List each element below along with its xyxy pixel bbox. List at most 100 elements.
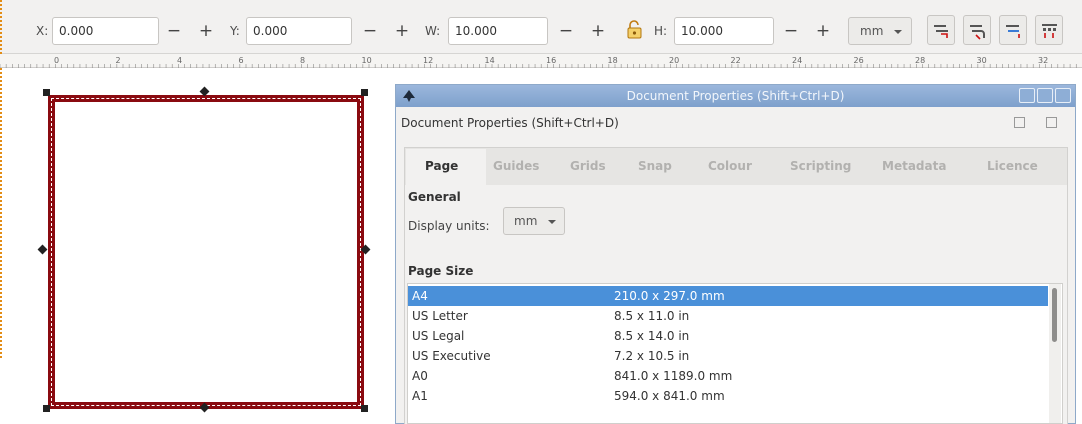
- x-decrement-button[interactable]: −: [163, 17, 185, 45]
- move-gradients-icon: [1006, 25, 1020, 38]
- toolbar: X: − + Y: − + W: − + H: − + mm: [0, 0, 1082, 54]
- ruler-label: 32: [1038, 56, 1048, 65]
- page-size-dimensions: 7.2 x 10.5 in: [614, 349, 690, 363]
- ruler-label: 2: [116, 56, 121, 65]
- corner-handle-bottom-right[interactable]: [361, 405, 368, 412]
- x-label: X:: [36, 24, 49, 38]
- inkscape-icon: [403, 90, 415, 102]
- page-size-dimensions: 841.0 x 1189.0 mm: [614, 369, 733, 383]
- ruler-label: 8: [300, 56, 305, 65]
- page-size-dimensions: 8.5 x 11.0 in: [614, 309, 690, 323]
- page-size-name: A0: [412, 369, 428, 383]
- docked-panel-header: Document Properties (Shift+Ctrl+D): [396, 107, 1075, 137]
- corner-handle-top-left[interactable]: [43, 89, 50, 96]
- display-units-label: Display units:: [408, 219, 490, 233]
- toolbar-guide-dots: [0, 0, 2, 54]
- width-input[interactable]: [448, 17, 548, 45]
- move-patterns-icon: [1042, 24, 1057, 38]
- display-units-value: mm: [514, 214, 538, 228]
- y-decrement-button[interactable]: −: [359, 17, 381, 45]
- lock-ratio-icon[interactable]: [626, 19, 644, 41]
- scale-corners-icon: [970, 25, 985, 40]
- scale-stroke-button[interactable]: [927, 15, 955, 45]
- tab-page[interactable]: Page: [425, 159, 458, 173]
- scale-corners-button[interactable]: [963, 15, 991, 45]
- units-dropdown-value: mm: [860, 24, 884, 38]
- page-size-name: US Executive: [412, 349, 491, 363]
- height-input[interactable]: [674, 17, 774, 45]
- chevron-down-icon: [548, 220, 556, 224]
- close-icon[interactable]: [1055, 88, 1071, 103]
- ruler-label: 26: [854, 56, 864, 65]
- x-input[interactable]: [52, 17, 159, 45]
- ruler-label: 30: [977, 56, 987, 65]
- ruler-label: 18: [608, 56, 618, 65]
- list-item[interactable]: US Executive 7.2 x 10.5 in: [408, 346, 1048, 366]
- page-size-list[interactable]: A4 210.0 x 297.0 mm US Letter 8.5 x 11.0…: [407, 283, 1063, 424]
- canvas-guide-dots: [0, 68, 2, 358]
- page-size-name: A4: [412, 289, 428, 303]
- minimize-icon[interactable]: [1019, 88, 1035, 103]
- page-rectangle[interactable]: [48, 95, 364, 409]
- list-item[interactable]: A4 210.0 x 297.0 mm: [408, 286, 1048, 306]
- units-dropdown[interactable]: mm: [848, 17, 912, 45]
- corner-handle-bottom-left[interactable]: [43, 405, 50, 412]
- list-scrollbar-thumb[interactable]: [1052, 288, 1057, 342]
- move-patterns-button[interactable]: [1035, 15, 1063, 45]
- h-label: H:: [654, 24, 668, 38]
- ruler-label: 10: [362, 56, 372, 65]
- page-size-name: US Legal: [412, 329, 465, 343]
- ruler-label: 4: [177, 56, 182, 65]
- page-size-dimensions: 210.0 x 297.0 mm: [614, 289, 725, 303]
- panel-close-icon[interactable]: [1046, 117, 1057, 128]
- page-size-name: US Letter: [412, 309, 468, 323]
- general-heading: General: [408, 190, 461, 204]
- tab-scripting[interactable]: Scripting: [790, 159, 851, 173]
- corner-handle-top-right[interactable]: [361, 89, 368, 96]
- ruler-label: 14: [485, 56, 495, 65]
- ruler-label: 0: [54, 56, 59, 65]
- ruler-label: 28: [915, 56, 925, 65]
- ruler-label: 22: [731, 56, 741, 65]
- tab-metadata[interactable]: Metadata: [882, 159, 946, 173]
- docked-panel-title: Document Properties (Shift+Ctrl+D): [401, 116, 619, 130]
- w-decrement-button[interactable]: −: [555, 17, 577, 45]
- x-increment-button[interactable]: +: [195, 17, 217, 45]
- list-item[interactable]: A0 841.0 x 1189.0 mm: [408, 366, 1048, 386]
- w-increment-button[interactable]: +: [587, 17, 609, 45]
- panel-iconify-icon[interactable]: [1014, 117, 1025, 128]
- y-increment-button[interactable]: +: [391, 17, 413, 45]
- tab-snap[interactable]: Snap: [638, 159, 672, 173]
- w-label: W:: [425, 24, 441, 38]
- dialog-title: Document Properties (Shift+Ctrl+D): [626, 89, 845, 103]
- tab-grids[interactable]: Grids: [570, 159, 606, 173]
- page-size-dimensions: 8.5 x 14.0 in: [614, 329, 690, 343]
- h-increment-button[interactable]: +: [812, 17, 834, 45]
- ruler-label: 16: [546, 56, 556, 65]
- move-gradients-button[interactable]: [999, 15, 1027, 45]
- page-size-heading: Page Size: [408, 264, 474, 278]
- list-item[interactable]: A1 594.0 x 841.0 mm: [408, 386, 1048, 406]
- tab-colour[interactable]: Colour: [708, 159, 752, 173]
- dialog-titlebar[interactable]: Document Properties (Shift+Ctrl+D): [396, 85, 1075, 107]
- ruler-label: 6: [239, 56, 244, 65]
- maximize-icon[interactable]: [1037, 88, 1053, 103]
- ruler-ticks: 0 2 4 6 8 10 12 14 16 18 20 22 24 26 28 30 32: [0, 56, 1077, 68]
- chevron-down-icon: [894, 30, 902, 34]
- tab-bar: Page Guides Grids Snap Colour Scripting …: [404, 147, 1068, 186]
- ruler-label: 24: [792, 56, 802, 65]
- horizontal-ruler[interactable]: 0 2 4 6 8 10 12 14 16 18 20 22 24 26 28 30 32: [0, 54, 1082, 68]
- ruler-label: 12: [423, 56, 433, 65]
- tab-licence[interactable]: Licence: [987, 159, 1038, 173]
- scale-stroke-icon: [934, 25, 948, 38]
- tab-guides[interactable]: Guides: [493, 159, 539, 173]
- page-size-dimensions: 594.0 x 841.0 mm: [614, 389, 725, 403]
- y-input[interactable]: [246, 17, 352, 45]
- list-item[interactable]: US Legal 8.5 x 14.0 in: [408, 326, 1048, 346]
- h-decrement-button[interactable]: −: [780, 17, 802, 45]
- list-item[interactable]: US Letter 8.5 x 11.0 in: [408, 306, 1048, 326]
- page-size-name: A1: [412, 389, 428, 403]
- ruler-label: 20: [669, 56, 679, 65]
- display-units-dropdown[interactable]: mm: [503, 207, 565, 235]
- y-label: Y:: [230, 24, 240, 38]
